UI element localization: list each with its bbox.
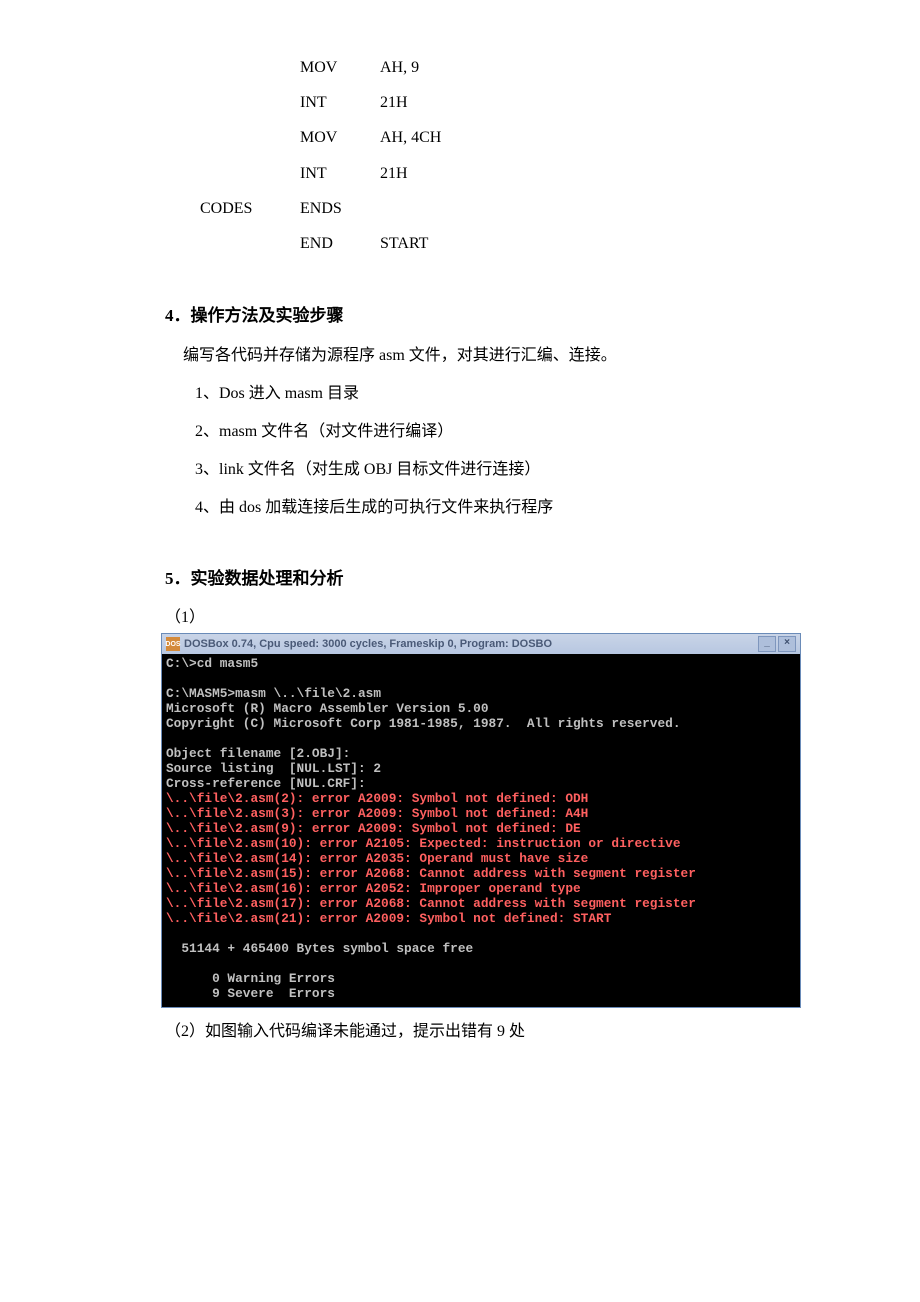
code-line: MOV AH, 9	[200, 50, 755, 85]
code-op: END	[300, 226, 380, 261]
code-label	[200, 50, 300, 85]
code-arg: AH, 9	[380, 50, 419, 85]
dosbox-title-buttons: _ ×	[758, 636, 796, 652]
code-arg: 21H	[380, 85, 408, 120]
code-label	[200, 226, 300, 261]
code-op: MOV	[300, 50, 380, 85]
dosbox-window: DOS DOSBox 0.74, Cpu speed: 3000 cycles,…	[161, 633, 801, 1008]
code-label: CODES	[200, 191, 300, 226]
section-5-heading: 5．实验数据处理和分析	[165, 564, 755, 589]
section-5-sub2-text: （2）如图输入代码编译未能通过，提示出错有 9 处	[165, 1016, 755, 1048]
code-arg: 21H	[380, 156, 408, 191]
section-5-sub1-label: （1）	[165, 603, 755, 627]
code-line: MOV AH, 4CH	[200, 120, 755, 155]
code-label	[200, 85, 300, 120]
code-line: END START	[200, 226, 755, 261]
code-arg: AH, 4CH	[380, 120, 441, 155]
code-line: INT 21H	[200, 156, 755, 191]
code-op: INT	[300, 156, 380, 191]
code-op: INT	[300, 85, 380, 120]
code-label	[200, 156, 300, 191]
section-4-step: 2、masm 文件名（对文件进行编译）	[195, 416, 755, 448]
minimize-button[interactable]: _	[758, 636, 776, 652]
code-line: INT 21H	[200, 85, 755, 120]
dosbox-terminal-body: C:\>cd masm5 C:\MASM5>masm \..\file\2.as…	[162, 654, 800, 1007]
section-4-heading: 4．操作方法及实验步骤	[165, 301, 755, 326]
dosbox-title: DOSBox 0.74, Cpu speed: 3000 cycles, Fra…	[184, 638, 758, 650]
dosbox-app-icon: DOS	[166, 637, 180, 651]
section-4-step: 3、link 文件名（对生成 OBJ 目标文件进行连接）	[195, 454, 755, 486]
code-line: CODES ENDS	[200, 191, 755, 226]
code-op: MOV	[300, 120, 380, 155]
section-4-intro: 编写各代码并存储为源程序 asm 文件，对其进行汇编、连接。	[183, 340, 755, 372]
section-4-step: 4、由 dos 加载连接后生成的可执行文件来执行程序	[195, 492, 755, 524]
document-page: MOV AH, 9 INT 21H MOV AH, 4CH INT 21H CO…	[0, 0, 920, 1154]
close-button[interactable]: ×	[778, 636, 796, 652]
code-op: ENDS	[300, 191, 380, 226]
assembly-code-block: MOV AH, 9 INT 21H MOV AH, 4CH INT 21H CO…	[200, 50, 755, 261]
code-label	[200, 120, 300, 155]
section-4-step: 1、Dos 进入 masm 目录	[195, 378, 755, 410]
dosbox-titlebar: DOS DOSBox 0.74, Cpu speed: 3000 cycles,…	[162, 634, 800, 654]
code-arg: START	[380, 226, 428, 261]
